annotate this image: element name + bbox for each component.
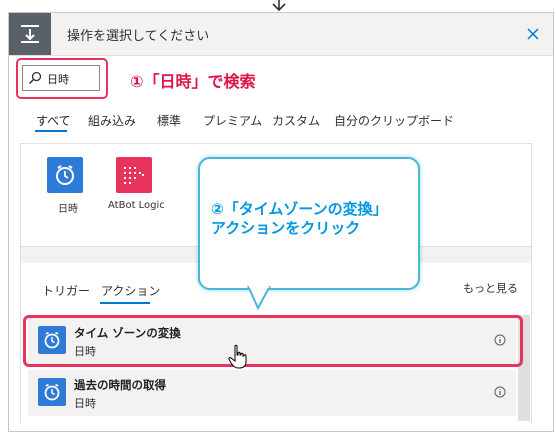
connector-atbot-logic[interactable] xyxy=(116,157,152,193)
tab-premium[interactable]: プレミアム xyxy=(203,112,262,129)
step2-line1: ②「タイムゾーンの変換」 xyxy=(211,200,388,218)
connector-atbot-logic-label: AtBot Logic xyxy=(108,200,165,211)
alarm-clock-icon xyxy=(38,378,66,406)
connector-datetime-label: 日時 xyxy=(58,204,78,215)
active-subtab-indicator xyxy=(100,302,150,304)
action-connector-name: 日時 xyxy=(74,397,96,410)
close-icon[interactable] xyxy=(523,24,543,44)
action-get-past-time[interactable]: 過去の時間の取得 日時 xyxy=(28,370,516,416)
tab-triggers[interactable]: トリガー xyxy=(42,282,90,299)
atbot-logic-icon xyxy=(124,167,144,184)
active-tab-indicator xyxy=(35,130,67,132)
tab-actions[interactable]: アクション xyxy=(101,282,160,299)
flow-arrow-down-icon xyxy=(272,0,286,12)
info-icon[interactable] xyxy=(494,386,506,398)
step1-annotation: ①「日時」で検索 xyxy=(130,72,256,91)
tab-my-clipboard[interactable]: 自分のクリップボード xyxy=(334,112,454,129)
tab-standard[interactable]: 標準 xyxy=(157,112,181,129)
search-highlight-frame xyxy=(16,58,108,99)
hand-pointer-cursor-icon xyxy=(228,344,247,369)
connector-datetime[interactable] xyxy=(47,157,83,193)
see-more-link[interactable]: もっと見る xyxy=(463,280,518,296)
tab-custom[interactable]: カスタム xyxy=(272,112,320,129)
callout-tail xyxy=(247,286,271,310)
action-highlight-frame xyxy=(23,315,523,367)
operation-icon xyxy=(9,13,51,55)
panel-header: 操作を選択してください xyxy=(9,13,553,56)
tab-all[interactable]: すべて xyxy=(36,112,71,129)
step2-line2: アクションをクリック xyxy=(211,219,361,237)
panel-title: 操作を選択してください xyxy=(67,29,210,44)
alarm-clock-icon xyxy=(56,165,74,185)
step2-annotation: ②「タイムゾーンの変換」 アクションをクリック xyxy=(211,200,388,238)
action-title: 過去の時間の取得 xyxy=(74,378,166,392)
tab-builtin[interactable]: 組み込み xyxy=(88,112,136,129)
